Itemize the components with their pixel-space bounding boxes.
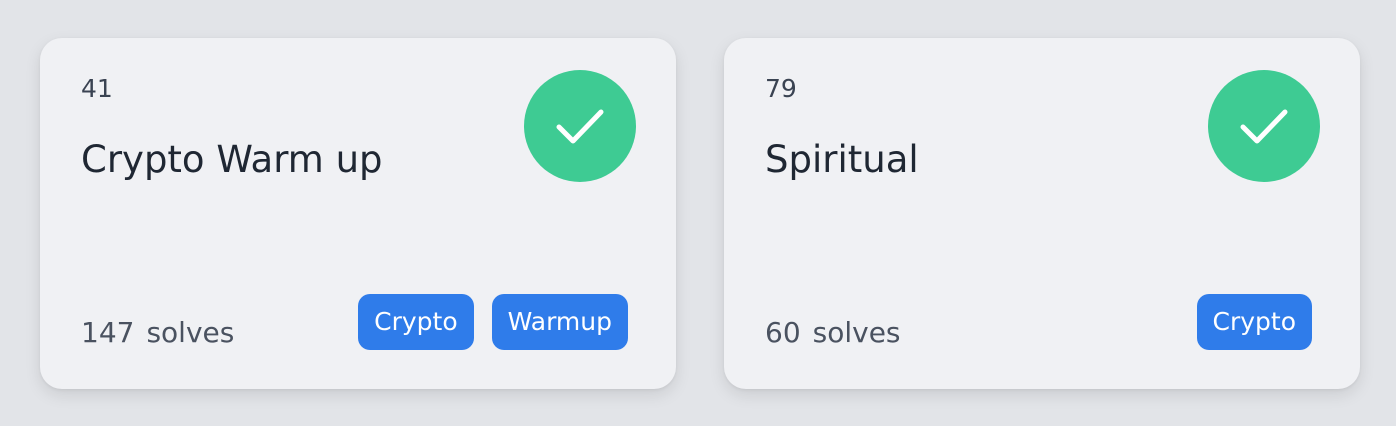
solves-count: 147 solves xyxy=(81,316,234,350)
tag-list: Crypto Warmup xyxy=(358,294,628,350)
challenge-card[interactable]: 41 Crypto Warm up 147 solves Crypto Warmu… xyxy=(40,38,676,389)
challenge-grid: 41 Crypto Warm up 147 solves Crypto Warmu… xyxy=(0,0,1396,426)
solves-label: solves xyxy=(146,316,235,349)
solves-count: 60 solves xyxy=(765,316,901,350)
solves-label: solves xyxy=(812,316,901,349)
challenge-points: 79 xyxy=(765,74,797,103)
challenge-card[interactable]: 79 Spiritual 60 solves Crypto xyxy=(724,38,1360,389)
challenge-title: Crypto Warm up xyxy=(81,138,383,181)
tag-crypto[interactable]: Crypto xyxy=(358,294,474,350)
solves-number: 147 xyxy=(81,316,135,349)
challenge-title: Spiritual xyxy=(765,138,919,181)
checkmark-icon xyxy=(1240,109,1288,144)
solved-badge xyxy=(524,70,636,182)
tag-list: Crypto xyxy=(1196,294,1312,350)
tag-warmup[interactable]: Warmup xyxy=(491,294,628,350)
challenge-points: 41 xyxy=(81,74,113,103)
checkmark-icon xyxy=(556,109,604,144)
solved-badge xyxy=(1208,70,1320,182)
solves-number: 60 xyxy=(765,316,801,349)
tag-crypto[interactable]: Crypto xyxy=(1196,294,1312,350)
